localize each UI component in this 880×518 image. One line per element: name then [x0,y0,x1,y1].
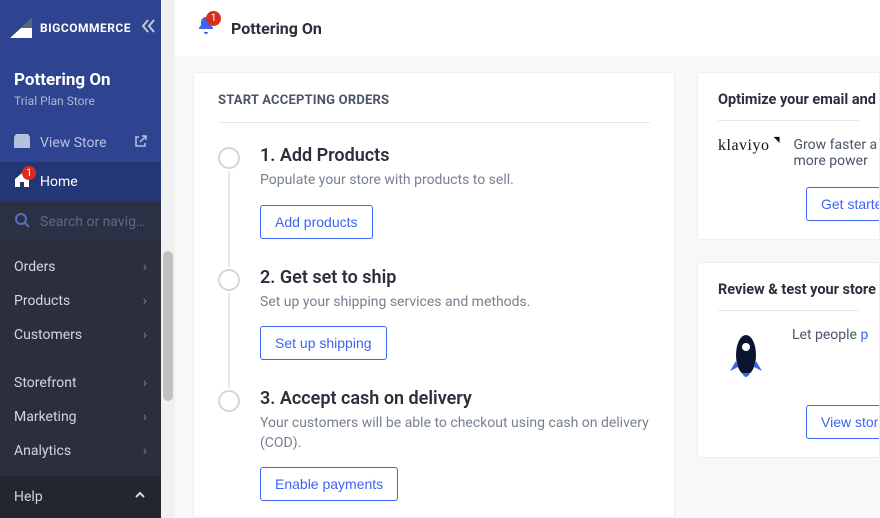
review-store-card: Review & test your store Let people p Vi… [697,262,880,458]
klaviyo-pitch-1: Grow faster a [794,137,878,153]
step-title: 3. Accept cash on delivery [260,388,650,409]
step-status-circle [218,390,240,412]
klaviyo-card: Optimize your email and SM klaviyo Grow … [697,72,880,240]
notifications-bell[interactable]: 1 [195,15,217,41]
nav-label: Analytics [14,443,71,459]
store-header: Pottering On Trial Plan Store [0,56,161,124]
sidebar-nav: Orders › Products › Customers › Storefro… [0,242,161,476]
collapse-sidebar-icon[interactable] [139,17,157,39]
klaviyo-logo: klaviyo [718,137,776,155]
step-payments: 3. Accept cash on delivery Your customer… [218,388,650,501]
sidebar-item-analytics[interactable]: Analytics › [0,434,161,468]
review-pitch-text: Let people [792,327,860,343]
step-desc: Set up your shipping services and method… [260,293,530,313]
store-name: Pottering On [14,70,147,90]
chevron-right-icon: › [143,293,147,309]
sidebar-item-orders[interactable]: Orders › [0,250,161,284]
sidebar-item-storefront[interactable]: Storefront › [0,366,161,400]
scrollbar-thumb[interactable] [163,251,173,401]
content: START ACCEPTING ORDERS 1. Add Products P… [175,56,880,518]
bell-badge: 1 [206,11,221,26]
search-placeholder: Search or navig… [40,214,145,230]
sidebar-search[interactable]: Search or navig… [0,202,161,242]
view-store-link[interactable]: View Store [0,124,161,162]
search-icon [14,212,30,232]
step-add-products: 1. Add Products Populate your store with… [218,145,650,239]
add-products-button[interactable]: Add products [260,205,373,239]
klaviyo-get-started-button[interactable]: Get started [806,187,880,221]
page-title: Pottering On [231,19,322,38]
topbar: 1 Pottering On [175,0,880,56]
onboarding-card: START ACCEPTING ORDERS 1. Add Products P… [193,72,675,518]
step-status-circle [218,147,240,169]
view-store-label: View Store [40,135,107,151]
nav-label: Orders [14,259,56,275]
nav-label: Storefront [14,375,77,391]
chevron-right-icon: › [143,259,147,275]
help-label: Help [14,489,43,505]
klaviyo-title: Optimize your email and SM [718,91,859,121]
view-store-button[interactable]: View store [806,405,880,439]
sidebar-item-products[interactable]: Products › [0,284,161,318]
nav-label: Products [14,293,70,309]
step-desc: Populate your store with products to sel… [260,171,514,191]
storefront-icon [14,134,30,152]
sidebar-item-marketing[interactable]: Marketing › [0,400,161,434]
sidebar-scrollbar[interactable] [161,0,175,518]
chevron-right-icon: › [143,375,147,391]
step-status-circle [218,269,240,291]
review-title: Review & test your store [718,281,859,311]
section-title: START ACCEPTING ORDERS [218,93,650,123]
brand-flag-icon [10,18,32,38]
step-shipping: 2. Get set to ship Set up your shipping … [218,267,650,361]
nav-label: Marketing [14,409,77,425]
step-title: 2. Get set to ship [260,267,530,288]
external-link-icon [134,135,147,152]
chevron-right-icon: › [143,327,147,343]
rocket-icon [718,327,774,387]
sidebar-item-home[interactable]: 1 Home [0,162,161,202]
step-desc: Your customers will be able to checkout … [260,414,650,453]
home-badge: 1 [22,166,36,180]
sidebar-item-customers[interactable]: Customers › [0,318,161,352]
right-column: Optimize your email and SM klaviyo Grow … [697,72,880,518]
review-pitch-link[interactable]: p [860,327,868,343]
main: 1 Pottering On START ACCEPTING ORDERS 1.… [175,0,880,518]
sidebar-item-help[interactable]: Help [0,476,161,518]
nav-label: Customers [14,327,82,343]
klaviyo-pitch-2: more power [794,153,878,169]
sidebar: BIGCOMMERCE Pottering On Trial Plan Stor… [0,0,161,518]
brand-bar: BIGCOMMERCE [0,0,161,56]
set-up-shipping-button[interactable]: Set up shipping [260,326,387,360]
home-label: Home [40,174,78,190]
chevron-up-icon [133,488,147,506]
chevron-right-icon: › [143,443,147,459]
store-plan: Trial Plan Store [14,94,147,108]
brand-name: BIGCOMMERCE [40,21,131,35]
enable-payments-button[interactable]: Enable payments [260,467,398,501]
chevron-right-icon: › [143,409,147,425]
step-title: 1. Add Products [260,145,514,166]
review-pitch: Let people p [792,327,868,343]
